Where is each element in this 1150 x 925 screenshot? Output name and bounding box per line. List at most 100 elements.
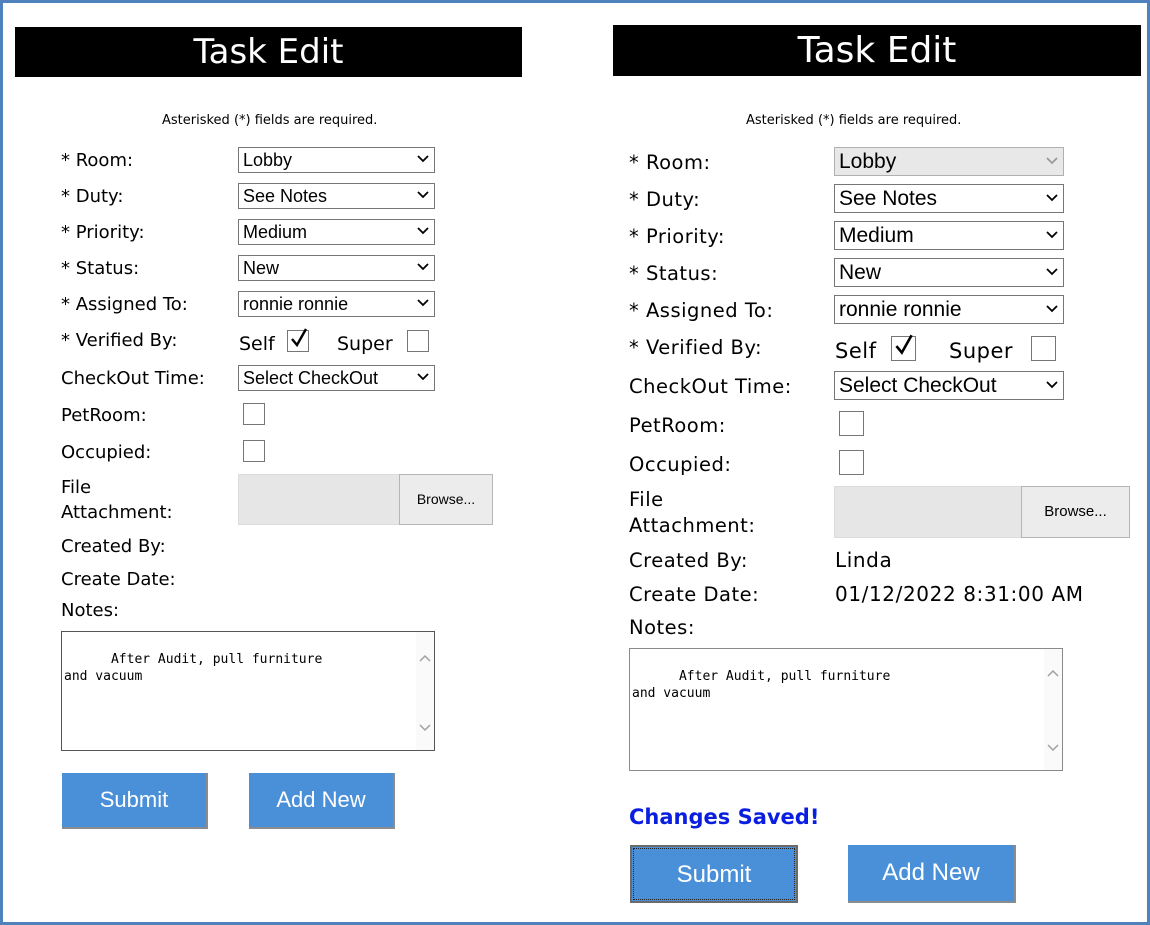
status-select[interactable]: New [238,255,435,281]
checkout-time-select[interactable]: Select CheckOut [834,371,1064,400]
screenshot-frame: Task Edit Asterisked (*) fields are requ… [0,0,1150,925]
created-by-value: Linda [835,548,893,572]
assigned-to-select-value: ronnie ronnie [839,298,962,321]
create-date-label: Create Date: [61,569,176,590]
room-select-value: Lobby [243,150,293,170]
pet-room-checkbox[interactable] [839,411,864,436]
file-attachment-path-field[interactable] [834,486,1022,538]
notes-label: Notes: [61,600,120,621]
submit-button[interactable]: Submit [62,773,208,829]
pet-room-label: PetRoom: [61,405,147,426]
notes-text: After Audit, pull furniture and vacuum [632,669,891,701]
status-select[interactable]: New [834,258,1064,287]
verified-self-checkbox[interactable] [891,334,916,361]
verified-super-label: Super [337,333,393,355]
required-fields-note: Asterisked (*) fields are required. [162,113,378,128]
create-date-label: Create Date: [629,583,760,606]
task-edit-form-before: Task Edit Asterisked (*) fields are requ… [15,27,575,907]
room-label: * Room: [629,151,711,174]
assigned-to-select[interactable]: ronnie ronnie [238,291,435,317]
chevron-down-icon [417,299,429,307]
created-by-label: Created By: [629,549,748,572]
assigned-to-select[interactable]: ronnie ronnie [834,295,1064,324]
occupied-checkbox[interactable] [243,440,265,462]
page-title: Task Edit [15,27,522,77]
checkout-time-select-value: Select CheckOut [243,368,379,388]
verified-super-checkbox[interactable] [1031,336,1056,361]
checkout-time-label: CheckOut Time: [61,368,205,389]
room-select-value: Lobby [839,150,897,173]
task-edit-form-after-save: Task Edit Asterisked (*) fields are requ… [613,25,1143,905]
room-select[interactable]: Lobby [238,147,435,173]
notes-scrollbar[interactable] [1044,649,1062,770]
file-attachment-path-field[interactable] [238,474,400,525]
notes-textarea[interactable]: After Audit, pull furniture and vacuum [629,648,1063,771]
scroll-up-icon [419,654,431,662]
file-attachment-label-line1: File [61,477,92,498]
occupied-checkbox[interactable] [839,450,864,475]
priority-label: * Priority: [61,222,145,243]
checkout-time-select[interactable]: Select CheckOut [238,365,435,391]
verified-by-label: * Verified By: [629,336,763,359]
pet-room-checkbox[interactable] [243,403,265,425]
chevron-down-icon [1046,304,1058,312]
chevron-down-icon [417,155,429,163]
checkmark-icon [291,328,308,348]
verified-self-label: Self [835,339,877,363]
checkmark-icon [895,334,913,355]
page-title: Task Edit [613,25,1141,76]
status-label: * Status: [629,262,719,285]
scroll-down-icon [419,724,431,732]
chevron-down-icon [417,263,429,271]
browse-button[interactable]: Browse... [1021,486,1130,538]
checkout-time-select-value: Select CheckOut [839,374,997,397]
duty-select[interactable]: See Notes [238,183,435,209]
scroll-down-icon [1047,744,1059,752]
status-select-value: New [839,261,882,284]
duty-select-value: See Notes [243,186,328,206]
required-fields-note: Asterisked (*) fields are required. [746,113,962,128]
status-select-value: New [243,258,280,278]
verified-self-label: Self [239,333,275,355]
changes-saved-message: Changes Saved! [629,805,820,829]
chevron-down-icon [1046,193,1058,201]
add-new-button[interactable]: Add New [249,773,395,829]
chevron-down-icon [417,373,429,381]
notes-scrollbar[interactable] [416,632,434,750]
add-new-button[interactable]: Add New [848,845,1016,903]
pet-room-label: PetRoom: [629,414,726,437]
verified-super-label: Super [949,339,1014,363]
priority-label: * Priority: [629,225,726,248]
file-attachment-label-line1: File [629,488,664,511]
status-label: * Status: [61,258,140,279]
duty-label: * Duty: [629,188,701,211]
verified-super-checkbox[interactable] [407,330,429,352]
assigned-to-label: * Assigned To: [629,299,774,322]
verified-self-checkbox[interactable] [287,328,309,352]
created-by-label: Created By: [61,536,166,557]
file-attachment-label-line2: Attachment: [61,502,173,523]
assigned-to-select-value: ronnie ronnie [243,294,349,314]
chevron-down-icon [417,191,429,199]
room-select: Lobby [834,147,1064,176]
notes-text: After Audit, pull furniture and vacuum [64,652,323,684]
room-label: * Room: [61,150,134,171]
notes-textarea[interactable]: After Audit, pull furniture and vacuum [61,631,435,751]
priority-select[interactable]: Medium [238,219,435,245]
submit-button[interactable]: Submit [630,845,798,903]
assigned-to-label: * Assigned To: [61,294,188,315]
notes-label: Notes: [629,616,695,639]
checkout-time-label: CheckOut Time: [629,375,792,398]
priority-select-value: Medium [839,224,914,247]
chevron-down-icon [1046,380,1058,388]
browse-button[interactable]: Browse... [399,474,493,525]
file-attachment-label-line2: Attachment: [629,514,756,537]
occupied-label: Occupied: [61,442,152,463]
verified-by-label: * Verified By: [61,330,178,351]
scroll-up-icon [1047,669,1059,677]
priority-select[interactable]: Medium [834,221,1064,250]
duty-label: * Duty: [61,186,124,207]
chevron-down-icon [1046,230,1058,238]
duty-select[interactable]: See Notes [834,184,1064,213]
occupied-label: Occupied: [629,453,732,476]
